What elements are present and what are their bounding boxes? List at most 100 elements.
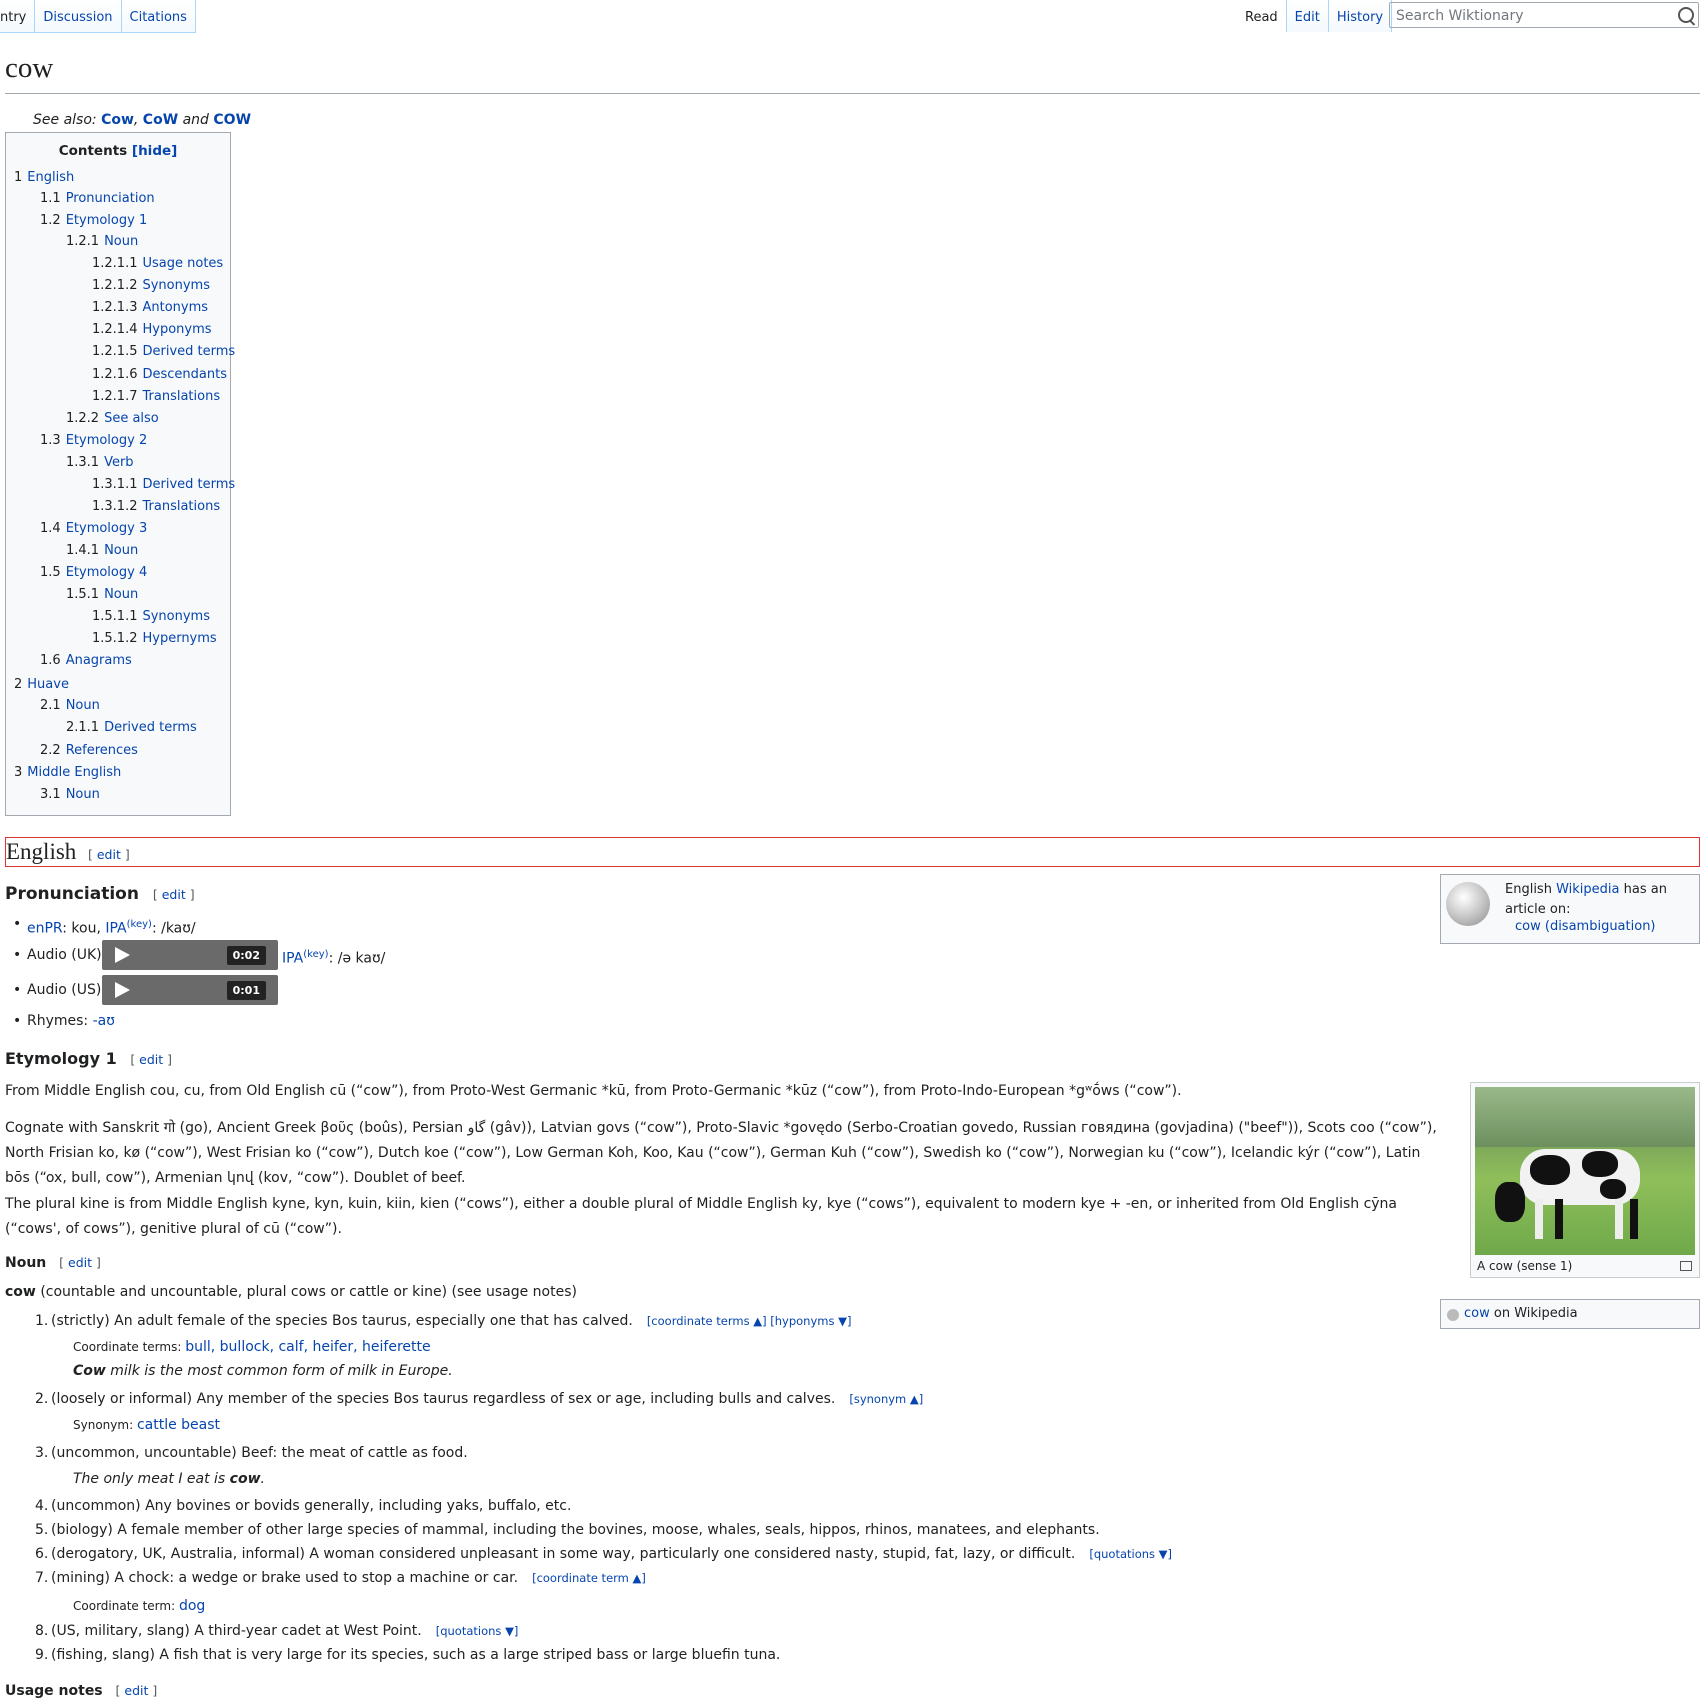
toc-item-link[interactable]: Etymology 4 bbox=[66, 565, 148, 580]
tab-edit[interactable]: Edit bbox=[1286, 0, 1329, 32]
toc-item-link[interactable]: Noun bbox=[66, 698, 100, 713]
toc-item-link[interactable]: Etymology 2 bbox=[66, 433, 148, 448]
etymology1-edit-link[interactable]: edit bbox=[139, 1052, 163, 1067]
toc-item[interactable]: 1.1 Pronunciation bbox=[40, 191, 155, 206]
toc-item[interactable]: 1.6 Anagrams bbox=[40, 653, 132, 668]
sense-toggle[interactable]: [quotations ▼] bbox=[436, 1624, 519, 1638]
toc-item[interactable]: 1.2.1.3 Antonyms bbox=[92, 300, 208, 315]
toc-item[interactable]: 1.2.1.7 Translations bbox=[92, 389, 220, 404]
toc-item[interactable]: 3.1 Noun bbox=[40, 787, 100, 802]
coord-term-link[interactable]: dog bbox=[179, 1598, 205, 1614]
usage-notes-edit-link[interactable]: edit bbox=[124, 1683, 148, 1698]
toc-item[interactable]: 1.2.1.2 Synonyms bbox=[92, 278, 210, 293]
toc-item[interactable]: 1.2.1.6 Descendants bbox=[92, 367, 227, 382]
tab-discussion-label[interactable]: Discussion bbox=[43, 10, 112, 25]
toc-item-link[interactable]: Huave bbox=[27, 677, 69, 692]
rhymes-link[interactable]: -aʊ bbox=[93, 1013, 115, 1029]
wikipedia-link[interactable]: Wikipedia bbox=[1556, 882, 1619, 897]
toc-item[interactable]: 1.5.1.2 Hypernyms bbox=[92, 631, 217, 646]
toc-hide-toggle[interactable]: [hide] bbox=[132, 143, 177, 159]
toc-item-link[interactable]: Derived terms bbox=[142, 344, 235, 359]
enpr-link[interactable]: enPR bbox=[27, 921, 62, 937]
toc-item-link[interactable]: English bbox=[27, 170, 74, 185]
toc-item-link[interactable]: Synonyms bbox=[142, 609, 210, 624]
cow-image[interactable] bbox=[1475, 1087, 1695, 1255]
toc-item-link[interactable]: Descendants bbox=[142, 367, 227, 382]
toc-item[interactable]: 1.3.1 Verb bbox=[66, 455, 134, 470]
toc-item[interactable]: 2.2 References bbox=[40, 743, 138, 758]
toc-item-link[interactable]: Noun bbox=[104, 543, 138, 558]
tab-discussion[interactable]: Discussion bbox=[35, 0, 122, 32]
toc-item-link[interactable]: Translations bbox=[142, 389, 220, 404]
toc-item[interactable]: 1.3 Etymology 2 bbox=[40, 433, 147, 448]
toc-item-link[interactable]: Noun bbox=[66, 787, 100, 802]
toc-item[interactable]: 1.5.1.1 Synonyms bbox=[92, 609, 210, 624]
tab-citations-label[interactable]: Citations bbox=[130, 10, 187, 25]
toc-item-link[interactable]: Translations bbox=[142, 499, 220, 514]
toc-item-link[interactable]: Etymology 1 bbox=[66, 213, 148, 228]
toc-item[interactable]: 1 English bbox=[14, 170, 74, 185]
toc-item-link[interactable]: Usage notes bbox=[142, 256, 223, 271]
toc-item-link[interactable]: Hyponyms bbox=[142, 322, 211, 337]
toc-item-link[interactable]: Synonyms bbox=[142, 278, 210, 293]
enlarge-icon[interactable] bbox=[1680, 1261, 1692, 1271]
toc-item-link[interactable]: Noun bbox=[104, 587, 138, 602]
tab-history-label[interactable]: History bbox=[1337, 10, 1383, 25]
sense-toggle[interactable]: [coordinate terms ▲] [hyponyms ▼] bbox=[647, 1314, 852, 1328]
toc-item-link[interactable]: Anagrams bbox=[66, 653, 132, 668]
toc-item[interactable]: 1.3.1.1 Derived terms bbox=[92, 477, 235, 492]
toc-item[interactable]: 1.4 Etymology 3 bbox=[40, 521, 147, 536]
toc-item[interactable]: 1.2.1.1 Usage notes bbox=[92, 256, 223, 271]
toc-item[interactable]: 1.2.1 Noun bbox=[66, 234, 138, 249]
coord-terms-links[interactable]: bull, bullock, calf, heifer, heiferette bbox=[185, 1339, 430, 1355]
play-icon[interactable] bbox=[115, 947, 130, 963]
sense-toggle[interactable]: [quotations ▼] bbox=[1089, 1547, 1172, 1561]
toc-item[interactable]: 1.3.1.2 Translations bbox=[92, 499, 220, 514]
toc-item[interactable]: 1.2.2 See also bbox=[66, 411, 159, 426]
toc-item-link[interactable]: Verb bbox=[104, 455, 133, 470]
audio-uk-player[interactable]: 0:02 bbox=[102, 940, 278, 970]
toc-item[interactable]: 1.5 Etymology 4 bbox=[40, 565, 147, 580]
toc-item[interactable]: 2.1.1 Derived terms bbox=[66, 720, 197, 735]
toc-item[interactable]: 3 Middle English bbox=[14, 765, 121, 780]
see-also-link-cow-mixed[interactable]: CoW bbox=[143, 112, 178, 128]
sense-toggle[interactable]: [coordinate term ▲] bbox=[532, 1571, 646, 1585]
ipa-key-link[interactable]: (key) bbox=[127, 919, 152, 930]
toc-item[interactable]: 1.2 Etymology 1 bbox=[40, 213, 147, 228]
tab-entry[interactable]: ntry bbox=[0, 0, 36, 32]
pronunciation-edit-link[interactable]: edit bbox=[162, 887, 186, 902]
toc-item[interactable]: 1.2.1.5 Derived terms bbox=[92, 344, 235, 359]
wikipedia-small-link[interactable]: cow bbox=[1464, 1306, 1490, 1321]
play-icon[interactable] bbox=[115, 982, 130, 998]
tab-edit-label[interactable]: Edit bbox=[1295, 10, 1320, 25]
ipa-uk-link[interactable]: IPA bbox=[282, 951, 303, 967]
toc-item[interactable]: 1.5.1 Noun bbox=[66, 587, 138, 602]
toc-item-link[interactable]: Etymology 3 bbox=[66, 521, 148, 536]
toc-item-link[interactable]: Derived terms bbox=[142, 477, 235, 492]
toc-item-link[interactable]: References bbox=[66, 743, 138, 758]
sense-toggle[interactable]: [synonym ▲] bbox=[849, 1392, 923, 1406]
toc-item-link[interactable]: Derived terms bbox=[104, 720, 197, 735]
toc-item[interactable]: 2.1 Noun bbox=[40, 698, 100, 713]
ipa-link[interactable]: IPA bbox=[105, 921, 126, 937]
tab-citations[interactable]: Citations bbox=[121, 0, 196, 32]
toc-item-link[interactable]: Hypernyms bbox=[142, 631, 216, 646]
toc-item-link[interactable]: Noun bbox=[104, 234, 138, 249]
toc-item-link[interactable]: Antonyms bbox=[142, 300, 208, 315]
noun-edit-link[interactable]: edit bbox=[68, 1255, 92, 1270]
toc-item[interactable]: 2 Huave bbox=[14, 677, 69, 692]
toc-item[interactable]: 1.2.1.4 Hyponyms bbox=[92, 322, 212, 337]
toc-item-link[interactable]: Middle English bbox=[27, 765, 121, 780]
see-also-link-cow-upper[interactable]: COW bbox=[213, 112, 251, 128]
ipa-uk-key-link[interactable]: (key) bbox=[303, 949, 328, 960]
toc-item-link[interactable]: See also bbox=[104, 411, 159, 426]
search-icon[interactable] bbox=[1678, 7, 1694, 23]
english-edit-link[interactable]: edit bbox=[97, 847, 121, 862]
audio-us-player[interactable]: 0:01 bbox=[102, 975, 278, 1005]
toc-item[interactable]: 1.4.1 Noun bbox=[66, 543, 138, 558]
tab-history[interactable]: History bbox=[1328, 0, 1393, 32]
toc-item-link[interactable]: Pronunciation bbox=[66, 191, 155, 206]
synonym-link[interactable]: cattle beast bbox=[137, 1417, 220, 1433]
see-also-link-cow[interactable]: Cow bbox=[101, 112, 134, 128]
search-input[interactable]: Search Wiktionary bbox=[1389, 2, 1699, 28]
